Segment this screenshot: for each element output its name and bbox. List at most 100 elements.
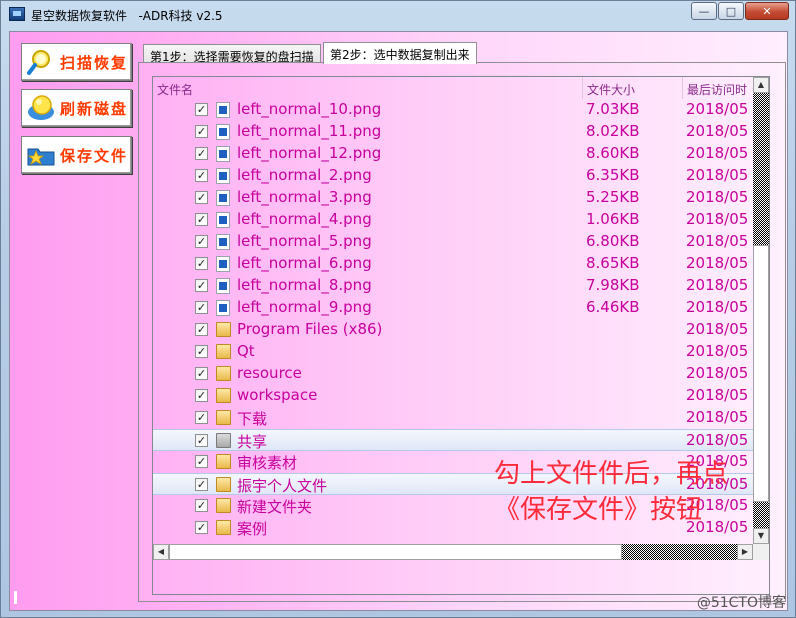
row-checkbox[interactable]: ✓ [195, 367, 208, 380]
png-file-icon [216, 168, 230, 184]
file-name: Program Files (x86) [237, 320, 383, 338]
folder-icon [216, 388, 231, 403]
png-file-icon [216, 146, 230, 162]
file-name: left_normal_3.png [237, 188, 372, 206]
tab-panel: 文件名 文件大小 最后访问时 ✓ left_normal_10.png 7.03KB… [138, 62, 786, 602]
row-checkbox[interactable]: ✓ [195, 389, 208, 402]
list-item[interactable]: ✓ left_normal_4.png 1.06KB 2018/05 [153, 209, 753, 231]
vertical-scroll-thumb[interactable] [753, 245, 769, 502]
row-checkbox[interactable]: ✓ [195, 521, 208, 534]
file-date: 2018/05 [686, 431, 748, 449]
row-checkbox[interactable]: ✓ [195, 301, 208, 314]
maximize-button[interactable]: □ [718, 2, 744, 20]
scrollbar-corner [753, 544, 769, 560]
list-item[interactable]: ✓ left_normal_6.png 8.65KB 2018/05 [153, 253, 753, 275]
folder-icon [216, 410, 231, 425]
list-item[interactable]: ✓ left_normal_12.png 8.60KB 2018/05 [153, 143, 753, 165]
row-checkbox[interactable]: ✓ [195, 257, 208, 270]
file-name: left_normal_8.png [237, 276, 372, 294]
file-date: 2018/05 [686, 320, 748, 338]
row-checkbox[interactable]: ✓ [195, 323, 208, 336]
refresh-disk-button[interactable]: 刷新磁盘 [21, 89, 132, 127]
list-item[interactable]: ✓ 共享 2018/05 [153, 429, 753, 451]
row-checkbox[interactable]: ✓ [195, 434, 208, 447]
file-name: left_normal_2.png [237, 166, 372, 184]
file-name: left_normal_10.png [237, 100, 382, 118]
scroll-left-arrow-icon[interactable]: ◀ [153, 544, 169, 560]
scroll-up-arrow-icon[interactable]: ▲ [753, 77, 769, 93]
file-name: 审核素材 [237, 454, 298, 472]
row-checkbox[interactable]: ✓ [195, 147, 208, 160]
row-checkbox[interactable]: ✓ [195, 411, 208, 424]
row-checkbox[interactable]: ✓ [195, 235, 208, 248]
file-name: resource [237, 364, 302, 382]
file-name: left_normal_12.png [237, 144, 382, 162]
png-file-icon [216, 102, 230, 118]
file-size: 8.02KB [586, 122, 640, 140]
row-checkbox[interactable]: ✓ [195, 455, 208, 468]
refresh-bulb-icon [26, 94, 56, 122]
row-checkbox[interactable]: ✓ [195, 499, 208, 512]
row-checkbox[interactable]: ✓ [195, 103, 208, 116]
png-file-icon [216, 300, 230, 316]
list-item[interactable]: ✓ left_normal_8.png 7.98KB 2018/05 [153, 275, 753, 297]
scan-recover-button[interactable]: 扫描恢复 [21, 43, 132, 81]
list-item[interactable]: ✓ left_normal_11.png 8.02KB 2018/05 [153, 121, 753, 143]
column-header-date[interactable]: 最后访问时 [683, 77, 753, 99]
png-file-icon [216, 234, 230, 250]
folder-icon [216, 366, 231, 381]
file-name: Qt [237, 342, 255, 360]
list-item[interactable]: ✓ left_normal_2.png 6.35KB 2018/05 [153, 165, 753, 187]
file-name: left_normal_6.png [237, 254, 372, 272]
png-file-icon [216, 278, 230, 294]
list-item[interactable]: ✓ left_normal_10.png 7.03KB 2018/05 [153, 99, 753, 121]
row-checkbox[interactable]: ✓ [195, 279, 208, 292]
close-button[interactable]: ✕ [745, 2, 789, 20]
file-date: 2018/05 [686, 254, 748, 272]
folder-icon [216, 520, 231, 535]
list-item[interactable]: ✓ Qt 2018/05 [153, 341, 753, 363]
column-header-size[interactable]: 文件大小 [583, 77, 683, 99]
minimize-button[interactable]: — [691, 2, 717, 20]
file-size: 6.35KB [586, 166, 640, 184]
list-item[interactable]: ✓ left_normal_9.png 6.46KB 2018/05 [153, 297, 753, 319]
list-item[interactable]: ✓ left_normal_3.png 5.25KB 2018/05 [153, 187, 753, 209]
list-item[interactable]: ✓ left_normal_5.png 6.80KB 2018/05 [153, 231, 753, 253]
file-name: workspace [237, 386, 318, 404]
row-checkbox[interactable]: ✓ [195, 169, 208, 182]
scan-recover-label: 扫描恢复 [60, 53, 129, 72]
file-date: 2018/05 [686, 122, 748, 140]
file-size: 7.98KB [586, 276, 640, 294]
tab-step2-copy[interactable]: 第2步：选中数据复制出来 [323, 42, 477, 64]
file-name: left_normal_11.png [237, 122, 382, 140]
file-size: 1.06KB [586, 210, 640, 228]
vertical-scrollbar[interactable]: ▲ ▼ [753, 77, 769, 544]
row-checkbox[interactable]: ✓ [195, 213, 208, 226]
file-date: 2018/05 [686, 166, 748, 184]
horizontal-scrollbar[interactable]: ◀ ▶ [153, 544, 753, 560]
title-bar[interactable]: 星空数据恢复软件 -ADR科技 v2.5 — □ ✕ [1, 1, 795, 29]
scroll-right-arrow-icon[interactable]: ▶ [737, 544, 753, 560]
png-file-icon [216, 256, 230, 272]
row-checkbox[interactable]: ✓ [195, 125, 208, 138]
tab-step1-scan[interactable]: 第1步：选择需要恢复的盘扫描 [143, 44, 321, 64]
folder-icon [216, 322, 231, 337]
column-header-name[interactable]: 文件名 [153, 77, 583, 99]
list-item[interactable]: ✓ 下载 2018/05 [153, 407, 753, 429]
file-name: 共享 [237, 433, 268, 451]
list-item[interactable]: ✓ Program Files (x86) 2018/05 [153, 319, 753, 341]
horizontal-scroll-thumb[interactable] [169, 544, 622, 560]
folder-icon [216, 477, 231, 492]
file-date: 2018/05 [686, 210, 748, 228]
file-date: 2018/05 [686, 298, 748, 316]
scroll-down-arrow-icon[interactable]: ▼ [753, 528, 769, 544]
row-checkbox[interactable]: ✓ [195, 191, 208, 204]
row-checkbox[interactable]: ✓ [195, 478, 208, 491]
shared-folder-icon [216, 433, 231, 448]
list-item[interactable]: ✓ workspace 2018/05 [153, 385, 753, 407]
save-files-button[interactable]: 保存文件 [21, 136, 132, 174]
list-item[interactable]: ✓ resource 2018/05 [153, 363, 753, 385]
row-checkbox[interactable]: ✓ [195, 345, 208, 358]
folder-icon [216, 454, 231, 469]
file-date: 2018/05 [686, 276, 748, 294]
